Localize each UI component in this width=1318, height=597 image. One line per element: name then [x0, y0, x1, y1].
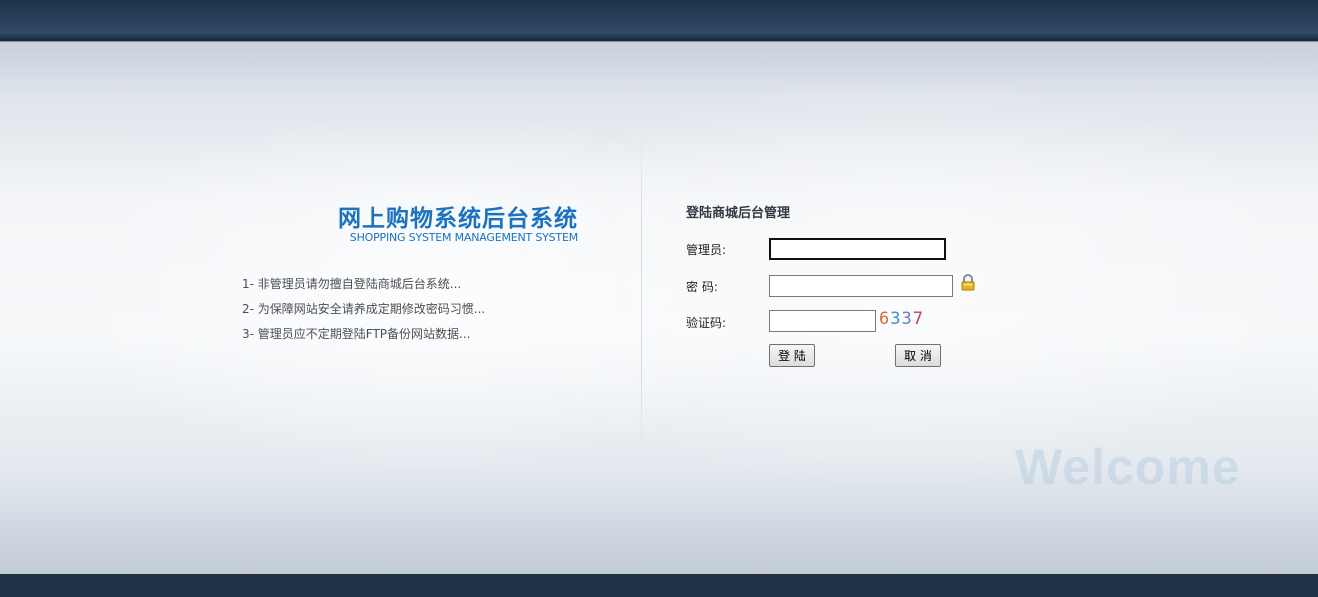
- captcha-digit: 3: [901, 309, 913, 329]
- captcha-label: 验证码:: [686, 316, 727, 330]
- panel-divider: [641, 120, 642, 470]
- notice-item: 1- 非管理员请勿擅自登陆商城后台系统...: [242, 277, 462, 291]
- bottom-bar: [0, 574, 1318, 597]
- system-title-cn: 网上购物系统后台系统: [338, 206, 578, 232]
- captcha-digit: 6: [879, 309, 891, 329]
- cancel-button[interactable]: 取 消: [895, 344, 941, 367]
- notice-item: 2- 为保障网站安全请养成定期修改密码习惯...: [242, 302, 486, 316]
- notice-item: 3- 管理员应不定期登陆FTP备份网站数据...: [242, 327, 471, 341]
- captcha-input[interactable]: [769, 310, 876, 332]
- system-title-en: SHOPPING SYSTEM MANAGEMENT SYSTEM: [349, 231, 578, 244]
- captcha-digit: 7: [912, 309, 924, 329]
- captcha-image[interactable]: 6337: [879, 309, 924, 329]
- captcha-digit: 3: [890, 309, 902, 329]
- notice-list: 1- 非管理员请勿擅自登陆商城后台系统... 2- 为保障网站安全请养成定期修改…: [242, 276, 485, 351]
- welcome-watermark: Welcome: [1015, 439, 1241, 495]
- login-button[interactable]: 登 陆: [769, 344, 815, 367]
- username-input[interactable]: [769, 238, 946, 260]
- top-bar: [0, 0, 1318, 42]
- password-input[interactable]: [769, 275, 953, 297]
- lock-icon: [961, 274, 975, 291]
- login-title: 登陆商城后台管理: [686, 206, 791, 221]
- username-label: 管理员:: [686, 243, 727, 257]
- password-label: 密 码:: [686, 280, 718, 294]
